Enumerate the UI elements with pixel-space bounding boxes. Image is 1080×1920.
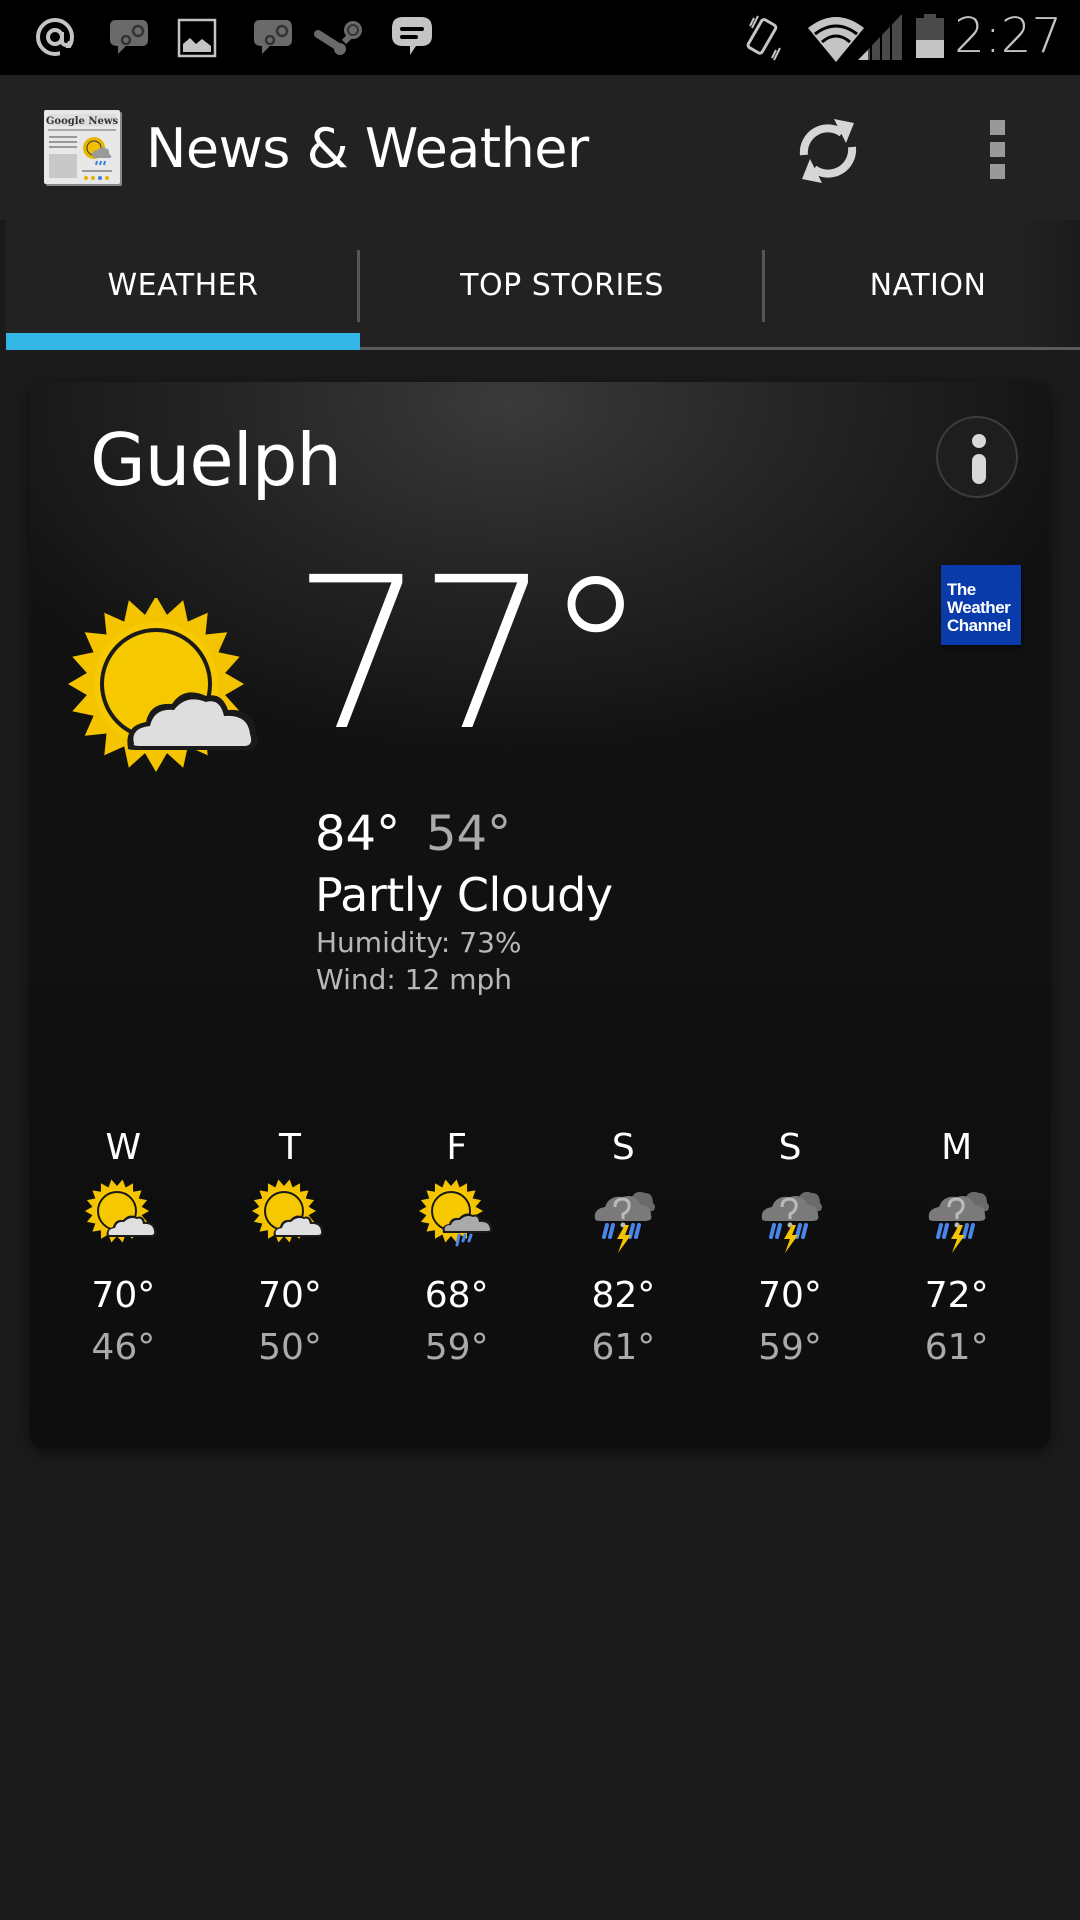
today-high: 84° xyxy=(315,806,401,862)
at-sign-icon xyxy=(36,18,80,58)
steam-icon xyxy=(314,21,362,55)
partly-cloudy-icon xyxy=(68,598,258,772)
forecast-day[interactable]: T 70° 50° xyxy=(207,1127,374,1368)
forecast-high: 70° xyxy=(91,1275,156,1316)
forecast-day-label: W xyxy=(105,1127,142,1168)
message-icon xyxy=(392,17,432,55)
forecast-day-label: T xyxy=(279,1127,301,1168)
forecast-day[interactable]: W 70° 46° xyxy=(40,1127,207,1368)
tab-selected-indicator xyxy=(6,333,360,350)
chance-of-storm-icon xyxy=(759,1189,825,1255)
chance-of-rain-icon xyxy=(419,1179,495,1255)
forecast-high: 72° xyxy=(924,1275,989,1316)
vibrate-icon xyxy=(746,15,781,61)
cell-signal-icon xyxy=(858,14,902,62)
app-title: News & Weather xyxy=(146,117,589,180)
google-news-icon[interactable]: Google News xyxy=(42,108,124,188)
tab-strip: WEATHER TOP STORIES NATION xyxy=(0,220,1080,350)
tab-scroll-fade xyxy=(1020,220,1080,348)
info-icon xyxy=(972,434,986,448)
battery-icon xyxy=(916,14,944,58)
today-low: 54° xyxy=(426,806,512,862)
steam-chat-icon xyxy=(110,20,148,54)
action-bar: Google News News & Weather xyxy=(0,75,1080,220)
forecast-low: 50° xyxy=(258,1327,322,1368)
forecast-day[interactable]: S 70° 59° xyxy=(707,1127,874,1368)
forecast-day-label: S xyxy=(611,1127,635,1168)
humidity-text: Humidity: 73% xyxy=(316,926,522,959)
forecast-low: 46° xyxy=(91,1327,156,1368)
partly-cloudy-icon xyxy=(252,1179,328,1255)
status-bar: 2:27 xyxy=(0,0,1080,75)
forecast-day[interactable]: F 68° 59° xyxy=(373,1127,540,1368)
wind-text: Wind: 12 mph xyxy=(316,963,513,996)
condition-text: Partly Cloudy xyxy=(315,868,613,922)
refresh-icon[interactable] xyxy=(780,103,876,199)
steam-chat-icon xyxy=(254,20,292,54)
forecast-high: 68° xyxy=(424,1275,489,1316)
forecast-day[interactable]: S 82° 61° xyxy=(540,1127,707,1368)
overflow-menu-icon[interactable] xyxy=(962,103,1032,199)
forecast-high: 70° xyxy=(258,1275,322,1316)
forecast-low: 59° xyxy=(424,1327,489,1368)
status-time: 2:27 xyxy=(954,8,1062,64)
forecast-row: W 70° 46° T 70° 50° F 68° 59° S 82° 61° … xyxy=(40,1127,1040,1368)
partly-cloudy-icon xyxy=(85,1179,161,1255)
forecast-day-label: F xyxy=(446,1127,468,1168)
svg-text:Google News: Google News xyxy=(46,116,119,127)
gallery-icon xyxy=(177,18,217,58)
tab-top-stories[interactable]: TOP STORIES xyxy=(360,220,764,350)
weather-card: Guelph The Weather Channel 77° 84° 54° P… xyxy=(30,382,1050,1448)
tab-weather[interactable]: WEATHER xyxy=(6,220,360,350)
chance-of-storm-icon xyxy=(926,1189,991,1255)
city-name: Guelph xyxy=(90,418,342,502)
forecast-day-label: S xyxy=(778,1127,802,1168)
chance-of-storm-icon xyxy=(593,1189,658,1255)
forecast-day-label: M xyxy=(941,1127,973,1168)
weather-channel-logo[interactable]: The Weather Channel xyxy=(941,565,1021,645)
forecast-low: 61° xyxy=(591,1327,656,1368)
forecast-low: 59° xyxy=(758,1327,822,1368)
forecast-high: 82° xyxy=(591,1275,656,1316)
current-temperature: 77° xyxy=(292,532,648,777)
forecast-high: 70° xyxy=(758,1275,822,1316)
forecast-day[interactable]: M 72° 61° xyxy=(873,1127,1040,1368)
forecast-low: 61° xyxy=(924,1327,989,1368)
info-button[interactable] xyxy=(936,416,1018,498)
